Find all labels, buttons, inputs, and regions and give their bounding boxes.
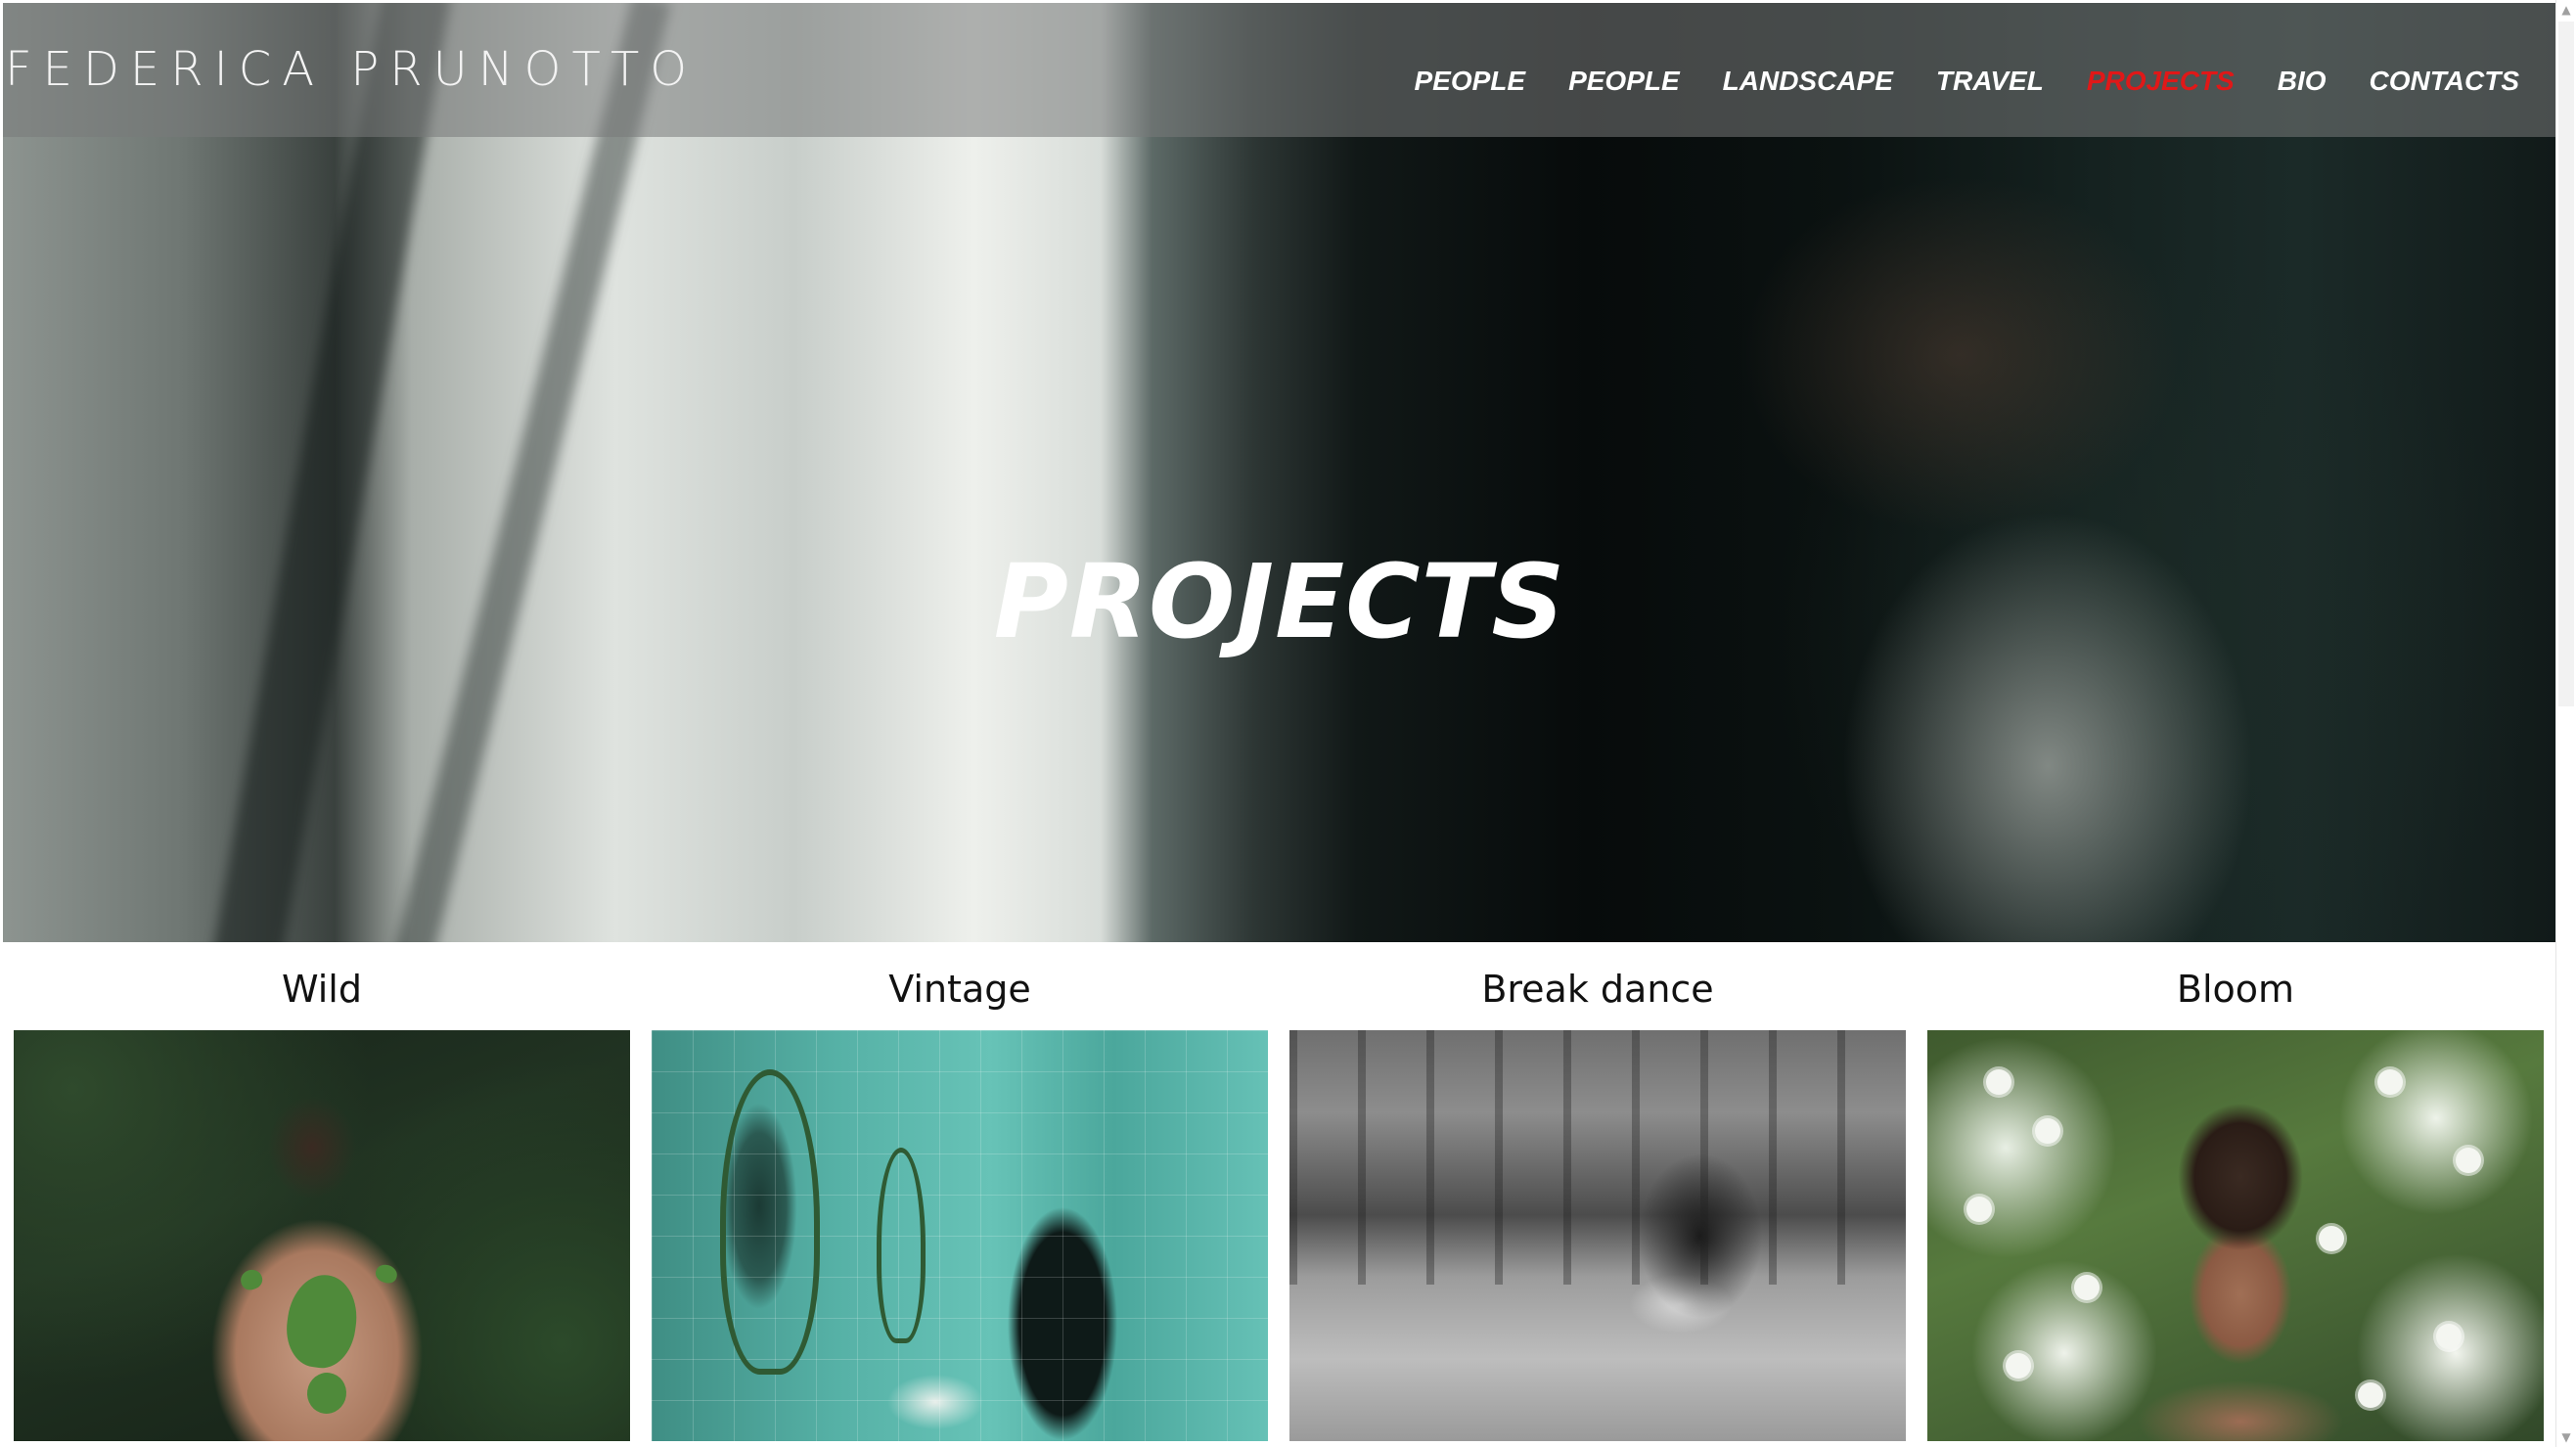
blossom-shape [2074,1275,2100,1300]
blossom-shape [2035,1118,2060,1144]
projects-grid: Wild Vintage Break dance Bloom [0,942,2556,1447]
nav-item-people[interactable]: PEOPLE [1414,66,1525,97]
nav-item-landscape[interactable]: LANDSCAPE [1723,66,1893,97]
nav-item-people-2[interactable]: PEOPLE [1568,66,1680,97]
nav-item-projects[interactable]: PROJECTS [2087,66,2235,97]
blossom-shape [1986,1069,2011,1095]
hero-banner: FEDERICA PRUNOTTO PEOPLE PEOPLE LANDSCAP… [3,3,2556,942]
project-thumbnail-bloom[interactable] [1927,1030,2544,1441]
project-thumbnail-break-dance[interactable] [1289,1030,1906,1441]
leaf-shape [238,1266,265,1293]
project-card-vintage[interactable]: Vintage [652,942,1268,1441]
project-card-bloom[interactable]: Bloom [1927,942,2544,1441]
project-title[interactable]: Wild [14,942,630,1030]
blossom-shape [2006,1353,2031,1379]
page: FEDERICA PRUNOTTO PEOPLE PEOPLE LANDSCAP… [0,0,2576,1447]
leaf-shape [373,1261,400,1287]
project-thumbnail-vintage[interactable] [652,1030,1268,1441]
nav-item-bio[interactable]: BIO [2278,66,2327,97]
scroll-down-arrow-icon[interactable]: ▼ [2556,1427,2576,1447]
leaf-shape [304,1370,349,1417]
blossom-shape [2456,1148,2481,1173]
nav-item-contacts[interactable]: CONTACTS [2370,66,2519,97]
project-title[interactable]: Break dance [1289,942,1906,1030]
architecture-columns [1289,1030,1906,1285]
leaf-shape [281,1270,363,1373]
blossom-shape [1966,1197,1992,1222]
main-navigation: PEOPLE PEOPLE LANDSCAPE TRAVEL PROJECTS … [1414,66,2519,97]
blossom-shape [2358,1382,2383,1408]
project-card-break-dance[interactable]: Break dance [1289,942,1906,1441]
nav-item-travel[interactable]: TRAVEL [1936,66,2044,97]
blossom-shape [2436,1324,2462,1349]
mirror-frame [720,1069,820,1375]
page-scrollbar[interactable]: ▲ ▼ [2555,0,2576,1447]
site-header: FEDERICA PRUNOTTO PEOPLE PEOPLE LANDSCAP… [3,3,2556,137]
project-title[interactable]: Vintage [652,942,1268,1030]
blossom-shape [2377,1069,2403,1095]
site-logo[interactable]: FEDERICA PRUNOTTO [5,42,698,97]
scroll-up-arrow-icon[interactable]: ▲ [2556,0,2576,20]
project-thumbnail-wild[interactable] [14,1030,630,1441]
page-title: PROJECTS [993,541,1566,661]
blossom-shape [2319,1226,2344,1251]
project-card-wild[interactable]: Wild [14,942,630,1441]
mirror-frame [877,1148,926,1343]
project-title[interactable]: Bloom [1927,942,2544,1030]
scrollbar-thumb[interactable] [2558,22,2574,706]
